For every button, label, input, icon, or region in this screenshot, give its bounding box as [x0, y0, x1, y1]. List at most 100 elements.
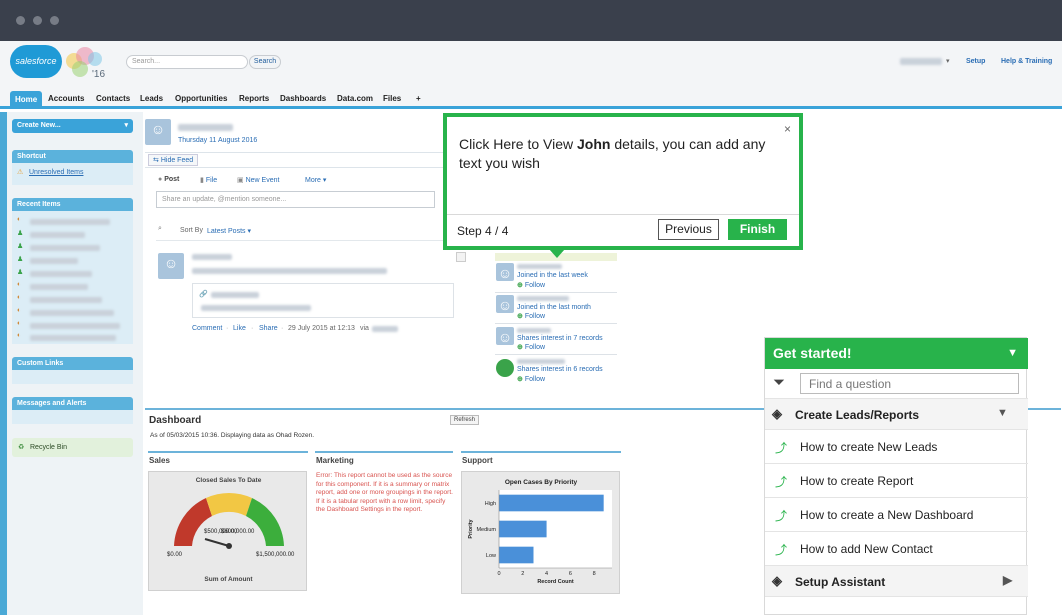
person-name[interactable] [517, 328, 551, 333]
tab-new-event[interactable]: ▣ New Event [237, 176, 279, 184]
recent-item[interactable] [30, 258, 78, 264]
window-minimize-dot[interactable] [33, 16, 42, 25]
user-menu[interactable] [900, 58, 942, 65]
gauge-pivot [226, 543, 232, 549]
person-name[interactable] [517, 359, 565, 364]
close-icon[interactable]: × [784, 122, 791, 136]
user-name[interactable] [178, 124, 233, 131]
follow-link[interactable]: ⊕ Follow [517, 343, 545, 351]
help-training-link[interactable]: Help & Training [1001, 58, 1052, 65]
post-attachment[interactable]: 🔗 [192, 283, 454, 318]
recent-item[interactable] [30, 232, 85, 238]
guide-item[interactable]: ⤴ How to create a New Dashboard [765, 498, 1028, 532]
tab-file[interactable]: ▮ File [200, 176, 217, 184]
share-link[interactable]: Share [259, 325, 278, 332]
recent-item[interactable] [30, 335, 116, 341]
person-name[interactable] [517, 296, 569, 301]
recycle-bin-label: Recycle Bin [30, 444, 67, 451]
recent-item[interactable] [30, 271, 92, 277]
tab-leads[interactable]: Leads [140, 94, 163, 103]
guide-item-label: How to add New Contact [800, 542, 933, 556]
tab-opportunities[interactable]: Opportunities [175, 94, 227, 103]
person-name[interactable] [517, 264, 562, 269]
guide-item[interactable]: ⤴ How to create Report [765, 464, 1028, 498]
recent-item[interactable] [30, 219, 110, 225]
dashboard-title: Dashboard [149, 415, 202, 426]
sort-select[interactable]: Latest Posts ▾ [207, 227, 251, 235]
chart-title: Open Cases By Priority [505, 479, 578, 486]
finish-button[interactable]: Finish [728, 219, 787, 240]
guide-item[interactable]: ⤴ How to add New Contact [765, 532, 1028, 566]
recycle-bin-link[interactable]: ♻ Recycle Bin [12, 438, 133, 457]
previous-button[interactable]: Previous [658, 219, 719, 240]
follow-link[interactable]: ⊕ Follow [517, 375, 545, 383]
guide-item[interactable]: ⤴ How to create New Leads [765, 430, 1028, 464]
setup-link[interactable]: Setup [966, 58, 985, 65]
recent-item[interactable] [30, 323, 120, 329]
section1-label: Create Leads/Reports [795, 408, 920, 422]
person-avatar[interactable] [496, 295, 514, 313]
bar [499, 520, 547, 538]
sales-gauge-chart[interactable]: Closed Sales To Date $500,000.00 $600,00… [148, 471, 307, 591]
salesforce-logo[interactable]: salesforce [10, 45, 62, 78]
user-avatar[interactable] [145, 119, 171, 145]
follow-link[interactable]: ⊕ Follow [517, 312, 545, 320]
tour-text-bold: John [577, 136, 611, 152]
tab-contacts[interactable]: Contacts [96, 94, 130, 103]
search-input[interactable]: Search... [126, 55, 248, 69]
refresh-button[interactable]: Refresh [450, 415, 480, 425]
recent-item[interactable] [30, 297, 102, 303]
create-new-button[interactable]: Create New... ▾ [12, 119, 133, 133]
tab-dashboards[interactable]: Dashboards [280, 94, 326, 103]
person-avatar[interactable] [496, 327, 514, 345]
chevron-down-icon[interactable]: ▼ [1007, 338, 1018, 369]
get-started-header[interactable]: Get started! ▼ [765, 338, 1028, 369]
tab-accounts[interactable]: Accounts [48, 94, 84, 103]
tab-more[interactable]: More ▾ [305, 176, 326, 184]
person-avatar[interactable] [496, 263, 514, 281]
user-menu-chevron-icon[interactable]: ▾ [946, 57, 950, 65]
hide-feed-button[interactable]: ⇆ Hide Feed [148, 154, 199, 166]
person-icon: ♟ [17, 269, 24, 276]
path-icon: ⤴ [775, 543, 788, 557]
post-menu[interactable] [456, 252, 466, 262]
window-maximize-dot[interactable] [50, 16, 59, 25]
feed-icon: ⇆ [153, 157, 159, 164]
tab-home[interactable]: Home [10, 91, 43, 109]
comment-link[interactable]: Comment [192, 325, 222, 332]
follow-link[interactable]: ⊕ Follow [517, 281, 545, 289]
share-update-input[interactable]: Share an update, @mention someone... [156, 191, 435, 208]
section-create-leads-reports[interactable]: ◈ Create Leads/Reports ▼ [765, 399, 1028, 430]
search-button[interactable]: Search [249, 55, 281, 69]
person-avatar[interactable] [496, 359, 514, 377]
plus-icon: ⊕ [517, 376, 523, 383]
filter-icon[interactable]: ⏷ [773, 374, 785, 391]
person-status: Joined in the last week [517, 272, 588, 279]
post-author-avatar[interactable] [158, 253, 184, 279]
shortcut-header: Shortcut [12, 150, 133, 163]
post-author[interactable] [192, 254, 232, 260]
window-close-dot[interactable] [16, 16, 25, 25]
find-question-input[interactable]: Find a question [800, 373, 1019, 394]
tab-reports[interactable]: Reports [239, 94, 269, 103]
file-label: File [205, 177, 218, 184]
person-status: Joined in the last month [517, 304, 591, 311]
search-icon[interactable]: ⌕ [158, 225, 162, 233]
plus-icon: ⊕ [517, 313, 523, 320]
custom-links-header: Custom Links [12, 357, 133, 370]
recent-item[interactable] [30, 245, 100, 251]
unresolved-items-link[interactable]: Unresolved Items [29, 169, 83, 176]
recent-item[interactable] [30, 310, 114, 316]
tour-step-counter: Step 4 / 4 [457, 224, 509, 238]
tab-files[interactable]: Files [383, 94, 401, 103]
tab-post[interactable]: ● Post [158, 176, 179, 183]
recent-item[interactable] [30, 284, 88, 290]
section-setup-assistant[interactable]: ◈ Setup Assistant ▶ [765, 566, 1028, 597]
tab-add-icon[interactable]: + [416, 94, 421, 103]
person-status: Shares interest in 7 records [517, 335, 603, 342]
person-icon: ♟ [17, 256, 24, 263]
like-link[interactable]: Like [233, 325, 246, 332]
guide-item-label: How to create Report [800, 474, 914, 488]
tab-datacom[interactable]: Data.com [337, 94, 373, 103]
support-bar-chart[interactable]: Open Cases By Priority High Medium Low 0 2 4 6 8… [461, 471, 620, 594]
